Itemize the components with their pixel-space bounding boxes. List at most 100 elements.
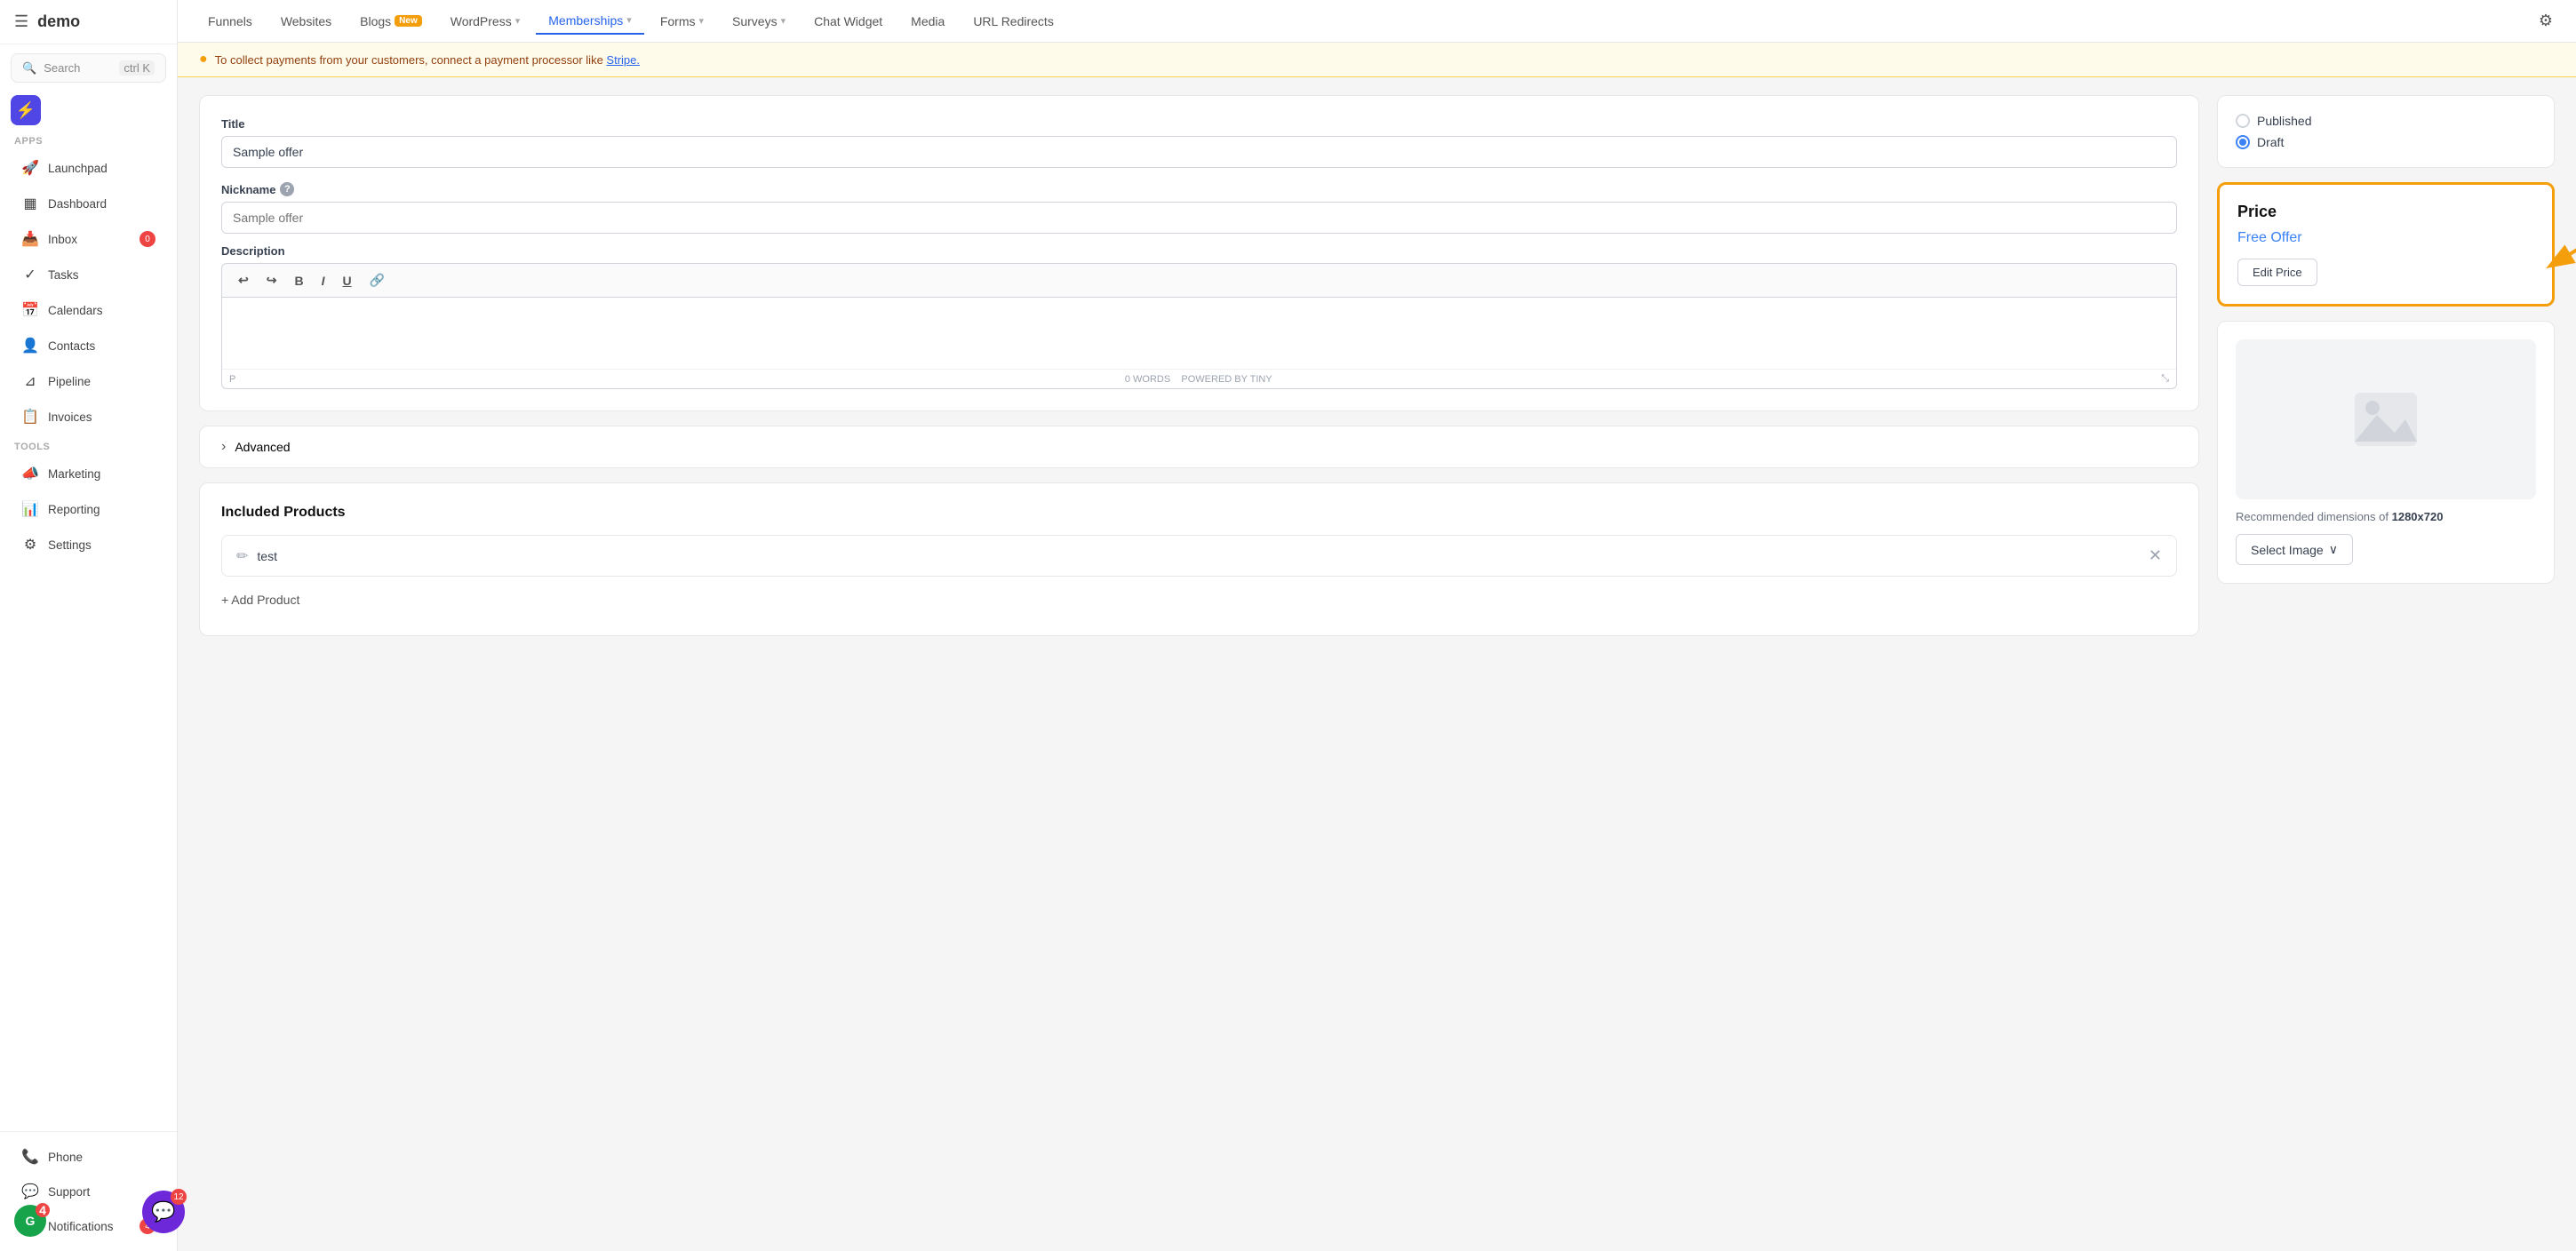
edit-price-button[interactable]: Edit Price [2237,259,2317,286]
chevron-down-icon: ▾ [781,15,786,27]
apps-section-label: Apps [0,129,177,150]
sidebar-item-tasks[interactable]: ✓ Tasks [7,258,170,291]
tools-section-label: Tools [0,434,177,456]
sidebar-item-contacts[interactable]: 👤 Contacts [7,329,170,363]
title-label: Title [221,117,2177,131]
select-image-label: Select Image [2251,543,2324,557]
nav-label: Blogs [360,14,391,28]
chevron-down-icon: ▾ [515,15,521,27]
nav-item-forms[interactable]: Forms ▾ [648,9,716,34]
support-icon: 💬 [21,1183,39,1200]
app-logo: demo [37,12,80,31]
bold-button[interactable]: B [287,270,310,291]
editor-area[interactable]: P 0 WORDS POWERED BY TINY ⤡ [221,297,2177,389]
link-button[interactable]: 🔗 [363,269,392,291]
sidebar-item-label: Marketing [48,467,100,481]
chevron-down-icon: ▾ [626,14,632,26]
nav-label: Media [911,14,945,28]
nav-item-websites[interactable]: Websites [268,9,344,34]
resize-handle[interactable]: ⤡ [2161,373,2169,385]
nav-item-wordpress[interactable]: WordPress ▾ [438,9,533,34]
warning-banner: ● To collect payments from your customer… [178,43,2576,77]
nav-label: Funnels [208,14,252,28]
title-input[interactable] [221,136,2177,168]
sidebar-item-marketing[interactable]: 📣 Marketing [7,457,170,490]
chat-icon: 💬 [151,1200,175,1223]
image-rec-text: Recommended dimensions of 1280x720 [2236,510,2536,523]
redo-button[interactable]: ↪ [259,269,284,291]
nav-item-funnels[interactable]: Funnels [195,9,265,34]
product-remove-button[interactable]: ✕ [2149,546,2162,565]
main-form-card: Title Nickname ? Description ↩ ↪ [199,95,2199,411]
reporting-icon: 📊 [21,500,39,518]
user-avatar[interactable]: G 4 [14,1205,46,1237]
nav-label: URL Redirects [973,14,1054,28]
add-product-button[interactable]: + Add Product [221,586,299,614]
stripe-link[interactable]: Stripe. [606,53,640,67]
published-option[interactable]: Published [2236,114,2536,128]
top-nav: Funnels Websites Blogs New WordPress ▾ M… [178,0,2576,43]
editor-toolbar: ↩ ↪ B I U 🔗 [221,263,2177,297]
chat-bubble[interactable]: 💬 12 [142,1191,185,1233]
price-title: Price [2237,203,2534,221]
image-card: Recommended dimensions of 1280x720 Selec… [2217,321,2555,584]
price-card: Price Free Offer Edit Price [2217,182,2555,307]
form-sidebar: Published Draft Price Free Offer [2217,95,2555,1233]
draft-label: Draft [2257,135,2284,149]
sidebar-item-label: Reporting [48,503,100,516]
sidebar-item-label: Launchpad [48,162,108,175]
phone-icon: 📞 [21,1148,39,1166]
sidebar-item-label: Invoices [48,410,92,424]
sidebar-item-launchpad[interactable]: 🚀 Launchpad [7,151,170,185]
sidebar-item-invoices[interactable]: 📋 Invoices [7,400,170,434]
sidebar-item-label: Inbox [48,233,77,246]
product-icon: ✏ [236,547,248,565]
search-bar[interactable]: 🔍 Search ctrl K [11,53,166,83]
advanced-section[interactable]: › Advanced [199,426,2199,468]
nav-item-blogs[interactable]: Blogs New [347,9,435,34]
new-badge: New [395,15,422,27]
nav-item-memberships[interactable]: Memberships ▾ [536,8,644,35]
nav-item-surveys[interactable]: Surveys ▾ [720,9,798,34]
product-name: test [257,549,2140,563]
sidebar-item-reporting[interactable]: 📊 Reporting [7,492,170,526]
sidebar-item-phone[interactable]: 📞 Phone [7,1140,170,1174]
chevron-right-icon: › [221,439,226,455]
sidebar-item-calendars[interactable]: 📅 Calendars [7,293,170,327]
pipeline-icon: ⊿ [21,372,39,390]
sidebar-item-label: Tasks [48,268,79,282]
sidebar-item-dashboard[interactable]: ▦ Dashboard [7,187,170,220]
nickname-input[interactable] [221,202,2177,234]
help-icon[interactable]: ? [280,182,294,196]
editor-content[interactable] [222,298,2176,369]
settings-icon: ⚙ [21,536,39,554]
underline-button[interactable]: U [335,270,358,291]
sidebar-item-inbox[interactable]: 📥 Inbox 0 [7,222,170,256]
gear-icon[interactable]: ⚙ [2533,6,2558,36]
nav-item-chat-widget[interactable]: Chat Widget [802,9,895,34]
sidebar-item-label: Calendars [48,304,103,317]
italic-button[interactable]: I [315,270,332,291]
undo-button[interactable]: ↩ [231,269,256,291]
select-image-button[interactable]: Select Image ∨ [2236,534,2353,565]
sidebar-item-label: Contacts [48,339,95,353]
sidebar-item-pipeline[interactable]: ⊿ Pipeline [7,364,170,398]
inbox-badge: 0 [140,231,156,247]
avatar-notification-badge: 4 [36,1203,50,1217]
invoices-icon: 📋 [21,408,39,426]
launchpad-icon: 🚀 [21,159,39,177]
search-shortcut: ctrl K [119,60,155,76]
word-count: 0 WORDS [1125,374,1170,385]
avatar-initial: G [26,1214,36,1228]
menu-icon[interactable]: ☰ [14,12,28,31]
main-area: Funnels Websites Blogs New WordPress ▾ M… [178,0,2576,1251]
nav-item-media[interactable]: Media [898,9,957,34]
lightning-button[interactable]: ⚡ [11,95,41,125]
inbox-icon: 📥 [21,230,39,248]
form-layout: Title Nickname ? Description ↩ ↪ [178,77,2576,1251]
nav-item-url-redirects[interactable]: URL Redirects [961,9,1066,34]
sidebar-item-settings[interactable]: ⚙ Settings [7,528,170,562]
draft-option[interactable]: Draft [2236,135,2536,149]
tasks-icon: ✓ [21,266,39,283]
sidebar-item-label: Phone [48,1151,83,1164]
